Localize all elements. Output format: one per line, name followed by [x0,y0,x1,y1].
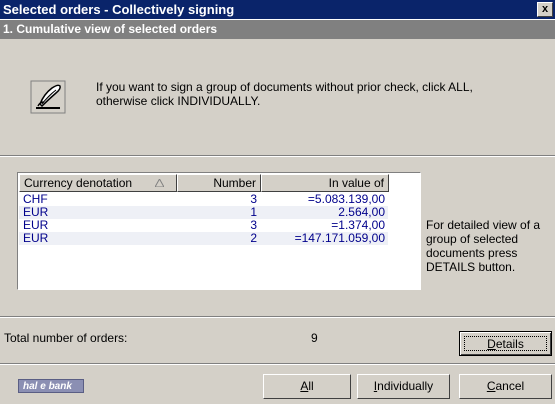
divider [0,316,555,318]
button-label: etails [495,337,524,351]
details-focus-rect: Details [464,336,547,351]
table-header: Currency denotation Number In value of [19,174,419,192]
individually-button[interactable]: Individually [357,374,450,399]
hint-line: documents press [426,246,518,260]
cancel-button[interactable]: Cancel [459,374,552,399]
info-text: If you want to sign a group of documents… [96,80,536,108]
divider [0,155,555,157]
cell-currency: EUR [23,231,49,245]
window-title: Selected orders - Collectively signing [3,2,235,17]
window-titlebar: Selected orders - Collectively signing x [0,0,555,20]
info-line-2: otherwise click INDIVIDUALLY. [96,94,261,108]
total-orders-value: 9 [311,331,318,345]
close-icon: x [541,3,549,15]
details-button[interactable]: Details [459,331,552,356]
column-header-label: In value of [328,176,384,190]
step-header: 1. Cumulative view of selected orders [0,20,555,39]
pen-signing-icon [30,80,66,114]
all-button[interactable]: All [263,374,351,399]
step-title: 1. Cumulative view of selected orders [3,22,218,36]
orders-table[interactable]: Currency denotation Number In value of C… [17,172,421,290]
column-header-label: Number [213,176,256,190]
column-header-currency[interactable]: Currency denotation [19,174,177,192]
column-header-value[interactable]: In value of [261,174,389,192]
cell-number: 3 [250,192,257,206]
hint-line: For detailed view of a [426,218,541,232]
info-line-1: If you want to sign a group of documents… [96,80,473,94]
access-key: D [487,337,496,351]
cell-value: =147.171.059,00 [294,231,385,245]
total-orders-label: Total number of orders: [4,331,128,345]
table-row[interactable]: CHF 3 =5.083.139,00 [19,193,388,206]
close-button[interactable]: x [537,2,553,17]
button-label: ancel [495,379,525,393]
details-hint: For detailed view of a group of selected… [426,218,552,274]
column-header-label: Currency denotation [24,176,133,190]
divider [0,363,555,365]
button-label: ll [308,379,314,393]
cell-number: 2 [250,231,257,245]
table-row[interactable]: EUR 2 =147.171.059,00 [19,232,388,245]
column-header-number[interactable]: Number [177,174,261,192]
hint-line: DETAILS button. [426,260,516,274]
halcom-logo: hal e bank [18,379,84,393]
sort-ascending-icon [155,179,164,187]
cell-number: 1 [250,205,257,219]
cell-number: 3 [250,218,257,232]
button-label: ndividually [377,379,434,393]
hint-line: group of selected [426,232,519,246]
